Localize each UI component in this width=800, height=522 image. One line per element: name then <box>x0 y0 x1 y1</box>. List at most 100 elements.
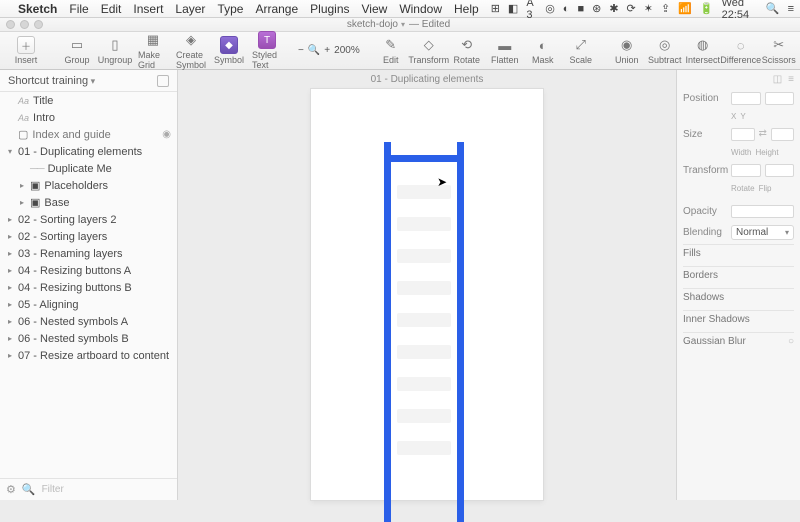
placeholder[interactable] <box>397 377 451 391</box>
menu-file[interactable]: File <box>69 2 88 16</box>
layer-row[interactable]: ▸▣Placeholders <box>0 177 177 194</box>
flatten-button[interactable]: ▬Flatten <box>490 36 520 65</box>
clock[interactable]: Wed 22:54 <box>722 0 758 21</box>
placeholder[interactable] <box>397 249 451 263</box>
opacity-input[interactable] <box>731 205 794 218</box>
make-grid-button[interactable]: ▦Make Grid <box>138 31 168 70</box>
artboard-label[interactable]: 01 - Duplicating elements <box>371 74 484 85</box>
bluetooth-icon[interactable]: ⇪ <box>661 2 670 15</box>
status-icon[interactable]: A 3 <box>526 0 537 21</box>
layer-row[interactable]: ▢Index and guide◉ <box>0 126 177 143</box>
status-icon[interactable]: ✱ <box>609 2 618 15</box>
layer-row[interactable]: ──Duplicate Me <box>0 160 177 177</box>
menu-view[interactable]: View <box>362 2 388 16</box>
menu-layer[interactable]: Layer <box>175 2 205 16</box>
placeholder[interactable] <box>397 313 451 327</box>
status-icon[interactable]: ◧ <box>508 2 518 15</box>
wifi-icon[interactable]: 📶 <box>678 2 692 15</box>
symbol-button[interactable]: ◆Symbol <box>214 36 244 65</box>
layer-row[interactable]: AaIntro <box>0 109 177 126</box>
difference-button[interactable]: ◌Difference <box>726 36 756 65</box>
insert-button[interactable]: ＋Insert <box>6 36 46 65</box>
union-button[interactable]: ◉Union <box>612 36 642 65</box>
layer-row[interactable]: ▾01 - Duplicating elements <box>0 143 177 160</box>
blending-select[interactable]: Normal <box>731 225 794 240</box>
align-icon[interactable]: ◫ <box>773 74 782 88</box>
gaussian-blur-section[interactable]: Gaussian Blur○ <box>683 332 794 350</box>
ungroup-button[interactable]: ▯Ungroup <box>100 36 130 65</box>
intersect-button[interactable]: ◍Intersect <box>688 36 718 65</box>
document-name[interactable]: sketch-dojo <box>347 19 405 30</box>
notification-icon[interactable]: ≡ <box>788 3 794 15</box>
status-icon[interactable]: ◎ <box>545 2 555 15</box>
menu-arrange[interactable]: Arrange <box>255 2 298 16</box>
styled-text-button[interactable]: TStyled Text <box>252 31 282 70</box>
status-icon[interactable]: ⟳ <box>627 2 636 15</box>
layer-row[interactable]: ▸03 - Renaming layers <box>0 245 177 262</box>
spotlight-icon[interactable]: 🔍 <box>766 2 780 15</box>
shape-left-bar[interactable] <box>384 142 391 522</box>
layer-row[interactable]: ▸04 - Resizing buttons A <box>0 262 177 279</box>
group-button[interactable]: ▭Group <box>62 36 92 65</box>
shape-top-bar[interactable] <box>384 155 464 162</box>
menu-plugins[interactable]: Plugins <box>310 2 349 16</box>
menu-window[interactable]: Window <box>399 2 442 16</box>
height-input[interactable] <box>771 128 795 141</box>
traffic-lights[interactable] <box>6 20 43 29</box>
status-icon[interactable]: ■ <box>577 3 584 15</box>
status-icon[interactable]: ✶ <box>644 2 653 15</box>
artboard[interactable]: ➤ <box>311 89 543 500</box>
layer-row[interactable]: ▸07 - Resize artboard to content <box>0 347 177 364</box>
status-icon[interactable]: ⊛ <box>592 2 601 15</box>
layer-row[interactable]: ▸02 - Sorting layers <box>0 228 177 245</box>
canvas[interactable]: 01 - Duplicating elements ➤ <box>178 70 676 500</box>
rotate-input[interactable] <box>731 164 761 177</box>
app-name[interactable]: Sketch <box>18 2 57 16</box>
battery-icon[interactable]: 🔋 <box>700 2 714 15</box>
eye-icon[interactable]: ◉ <box>162 129 171 140</box>
rotate-button[interactable]: ⟲Rotate <box>452 36 482 65</box>
menu-type[interactable]: Type <box>217 2 243 16</box>
shape-right-bar[interactable] <box>457 142 464 522</box>
flip-input[interactable] <box>765 164 795 177</box>
fills-section[interactable]: Fills <box>683 244 794 262</box>
width-input[interactable] <box>731 128 755 141</box>
y-input[interactable] <box>765 92 795 105</box>
inner-shadows-section[interactable]: Inner Shadows <box>683 310 794 328</box>
search-icon: 🔍 <box>22 483 36 496</box>
menu-edit[interactable]: Edit <box>101 2 122 16</box>
placeholder[interactable] <box>397 345 451 359</box>
menu-insert[interactable]: Insert <box>133 2 163 16</box>
layer-row[interactable]: ▸06 - Nested symbols B <box>0 330 177 347</box>
distribute-icon[interactable]: ≡ <box>788 74 794 88</box>
placeholder[interactable] <box>397 409 451 423</box>
artboard-list-icon[interactable] <box>157 75 169 87</box>
menu-help[interactable]: Help <box>454 2 479 16</box>
gear-icon[interactable]: ⚙ <box>6 483 16 496</box>
transform-button[interactable]: ◇Transform <box>414 36 444 65</box>
scissors-button[interactable]: ✂Scissors <box>764 36 794 65</box>
layer-row[interactable]: ▸05 - Aligning <box>0 296 177 313</box>
shadows-section[interactable]: Shadows <box>683 288 794 306</box>
borders-section[interactable]: Borders <box>683 266 794 284</box>
create-symbol-button[interactable]: ◈Create Symbol <box>176 31 206 70</box>
subtract-button[interactable]: ◎Subtract <box>650 36 680 65</box>
layer-row[interactable]: ▸04 - Resizing buttons B <box>0 279 177 296</box>
layer-row[interactable]: ▸02 - Sorting layers 2 <box>0 211 177 228</box>
layer-row[interactable]: ▸▣Base <box>0 194 177 211</box>
page-selector[interactable]: Shortcut training <box>0 70 177 92</box>
status-icon[interactable]: ◐ <box>563 3 570 15</box>
filter-input[interactable] <box>42 484 174 495</box>
layer-row[interactable]: ▸06 - Nested symbols A <box>0 313 177 330</box>
scale-button[interactable]: ⤢Scale <box>566 36 596 65</box>
mask-button[interactable]: ◐Mask <box>528 36 558 65</box>
placeholder[interactable] <box>397 217 451 231</box>
layers-sidebar: Shortcut training AaTitle AaIntro ▢Index… <box>0 70 178 500</box>
placeholder[interactable] <box>397 441 451 455</box>
layer-row[interactable]: AaTitle <box>0 92 177 109</box>
zoom-control[interactable]: −🔍+200% <box>298 45 360 56</box>
placeholder[interactable] <box>397 281 451 295</box>
status-icon[interactable]: ⊞ <box>491 2 500 15</box>
edit-button[interactable]: ✎Edit <box>376 36 406 65</box>
x-input[interactable] <box>731 92 761 105</box>
